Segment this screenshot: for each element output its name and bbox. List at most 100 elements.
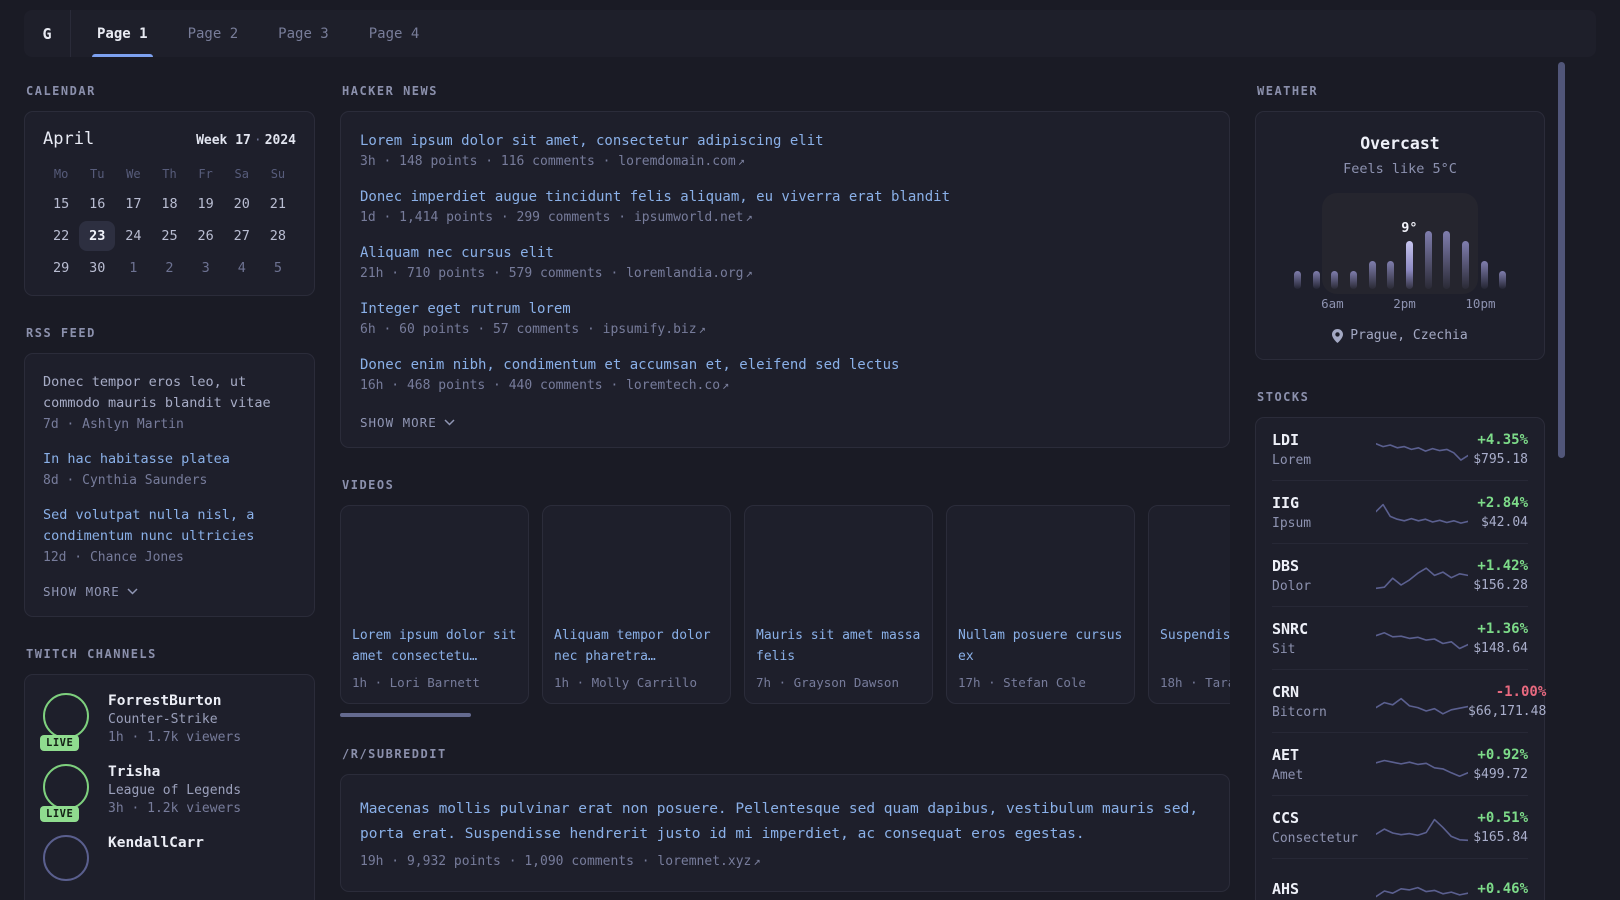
hackernews-item-domain[interactable]: ipsumify.biz [603, 322, 697, 337]
stocks-widget: LDI Lorem +4.35% $795.18 IIG Ipsum +2.84… [1255, 417, 1546, 900]
stock-ticker[interactable]: DBS [1272, 557, 1372, 575]
rss-show-more-button[interactable]: SHOW MORE [43, 584, 138, 599]
stock-ticker[interactable]: CCS [1272, 809, 1372, 827]
hackernews-item-meta: 16h · 468 points · 440 comments · loremt… [360, 378, 1210, 393]
hackernews-item-domain[interactable]: loremtech.co [626, 378, 720, 393]
stock-company-name: Consectetur [1272, 831, 1359, 846]
stock-ticker[interactable]: SNRC [1272, 620, 1372, 638]
twitch-section: TWITCH CHANNELS LIVE ForrestBurton Count… [24, 647, 315, 900]
video-thumbnail[interactable] [953, 512, 1128, 614]
page-tab[interactable]: Page 4 [369, 10, 420, 57]
hackernews-item-stats: 21h · 710 points · 579 comments · [360, 266, 627, 281]
hackernews-list: Lorem ipsum dolor sit amet, consectetur … [360, 133, 1210, 393]
video-title[interactable]: Suspendisse diam [1160, 625, 1230, 667]
page-scrollbar-thumb[interactable] [1558, 62, 1565, 458]
stocks-section-title: STOCKS [1257, 390, 1310, 404]
stock-values: +0.46% [1468, 881, 1528, 900]
weather-temp-bar [1480, 261, 1488, 289]
stock-company-name: Lorem [1272, 453, 1312, 468]
stock-ticker[interactable]: AET [1272, 746, 1372, 764]
videos-row: Lorem ipsum dolor sit amet consectetu… 1… [340, 505, 1230, 704]
stock-ticker[interactable]: IIG [1272, 494, 1372, 512]
rss-item-title[interactable]: In hac habitasse platea [43, 449, 296, 470]
weather-time-label [1305, 296, 1322, 312]
stock-price: $499.72 [1473, 767, 1528, 782]
weather-hour-slot [1493, 201, 1512, 289]
calendar-day: 2 [165, 260, 174, 276]
stock-id: CRN Bitcorn [1272, 683, 1372, 720]
calendar-weekday: Th [162, 167, 177, 181]
twitch-channel-name[interactable]: ForrestBurton [108, 693, 241, 709]
chevron-down-icon [444, 419, 455, 426]
rss-item-meta: 12d · Chance Jones [43, 549, 184, 565]
stock-ticker[interactable]: AHS [1272, 880, 1372, 898]
twitch-channel-meta: 3h · 1.2k viewers [108, 800, 242, 816]
hackernews-item-title[interactable]: Donec enim nibh, condimentum et accumsan… [360, 357, 1210, 373]
weather-temp-bar [1405, 241, 1413, 289]
twitch-channel-info: KendallCarr [108, 835, 204, 881]
calendar-weekday: Fr [198, 167, 213, 181]
video-thumbnail[interactable] [1155, 512, 1230, 614]
twitch-channel-row: LIVE ForrestBurton Counter-Strike 1h · 1… [40, 692, 296, 751]
rss-item-title[interactable]: Sed volutpat nulla nisl, a condimentum n… [43, 505, 296, 547]
calendar-day: 4 [237, 260, 246, 276]
stock-ticker[interactable]: CRN [1272, 683, 1372, 701]
hackernews-show-more-button[interactable]: SHOW MORE [360, 415, 455, 430]
video-card[interactable]: Lorem ipsum dolor sit amet consectetu… 1… [340, 505, 529, 704]
stock-ticker[interactable]: LDI [1272, 431, 1372, 449]
subreddit-post-title[interactable]: Maecenas mollis pulvinar erat non posuer… [360, 797, 1210, 848]
app-logo[interactable]: G [24, 10, 71, 57]
video-title[interactable]: Mauris sit amet massa felis [756, 625, 921, 667]
page-tab[interactable]: Page 3 [278, 10, 329, 57]
video-thumbnail[interactable] [549, 512, 724, 614]
avatar[interactable] [43, 692, 89, 739]
video-title[interactable]: Aliquam tempor dolor nec pharetra… [554, 625, 719, 667]
weather-temp-bar [1424, 231, 1432, 289]
hackernews-item-title[interactable]: Lorem ipsum dolor sit amet, consectetur … [360, 133, 1210, 149]
hackernews-item-title[interactable]: Aliquam nec cursus elit [360, 245, 1210, 261]
video-thumbnail[interactable] [347, 512, 522, 614]
hackernews-item-title[interactable]: Donec imperdiet augue tincidunt felis al… [360, 189, 1210, 205]
stock-id: DBS Dolor [1272, 557, 1372, 594]
hackernews-item-domain[interactable]: loremdomain.com [618, 154, 735, 169]
weather-time-label [1432, 296, 1449, 312]
calendar-year: 2024 [264, 133, 296, 148]
video-card[interactable]: Nullam posuere cursus ex 17h · Stefan Co… [946, 505, 1135, 704]
video-card[interactable]: Aliquam tempor dolor nec pharetra… 1h · … [542, 505, 731, 704]
weather-time-label [1360, 296, 1377, 312]
video-thumbnail[interactable] [751, 512, 926, 614]
twitch-list: LIVE ForrestBurton Counter-Strike 1h · 1… [40, 692, 296, 881]
calendar-week-year: Week 17 · 2024 [196, 133, 296, 148]
stock-change-percent: +1.36% [1477, 621, 1528, 637]
video-card[interactable]: Suspendisse diam 18h · Tara [1148, 505, 1230, 704]
hackernews-item-title[interactable]: Integer eget rutrum lorem [360, 301, 1210, 317]
avatar[interactable] [43, 834, 89, 881]
twitch-channel-name[interactable]: KendallCarr [108, 835, 204, 851]
avatar[interactable] [43, 763, 89, 810]
rss-list: Donec tempor eros leo, ut commodo mauris… [43, 372, 296, 565]
calendar-month: April [43, 129, 95, 149]
middle-column: HACKER NEWS Lorem ipsum dolor sit amet, … [340, 84, 1230, 900]
stock-change-percent: +0.51% [1477, 810, 1528, 826]
page-tab[interactable]: Page 1 [92, 10, 153, 57]
hackernews-item-domain[interactable]: loremlandia.org [626, 266, 743, 281]
stock-price: $165.84 [1473, 830, 1528, 845]
video-title[interactable]: Nullam posuere cursus ex [958, 625, 1123, 667]
page-tab[interactable]: Page 2 [188, 10, 239, 57]
hackernews-item-domain[interactable]: ipsumworld.net [634, 210, 744, 225]
stock-values: +1.42% $156.28 [1468, 558, 1528, 593]
stock-change-percent: +1.42% [1477, 558, 1528, 574]
subreddit-post-domain[interactable]: loremnet.xyz [657, 854, 751, 869]
hackernews-item-stats: 1d · 1,414 points · 299 comments · [360, 210, 634, 225]
calendar-weekday-row: Mo Tu We Th Fr Sa Su [43, 161, 296, 189]
video-title[interactable]: Lorem ipsum dolor sit amet consectetu… [352, 625, 517, 667]
videos-scrollbar-thumb[interactable] [340, 713, 471, 717]
video-card[interactable]: Mauris sit amet massa felis 7h · Grayson… [744, 505, 933, 704]
weather-temp-bar [1349, 271, 1357, 289]
weather-hour-slot [1325, 201, 1344, 289]
hackernews-widget: Lorem ipsum dolor sit amet, consectetur … [340, 111, 1230, 448]
weather-time-label [1416, 296, 1433, 312]
stock-sparkline [1376, 566, 1468, 589]
rss-item-title[interactable]: Donec tempor eros leo, ut commodo mauris… [43, 372, 296, 414]
twitch-channel-name[interactable]: Trisha [108, 764, 241, 780]
